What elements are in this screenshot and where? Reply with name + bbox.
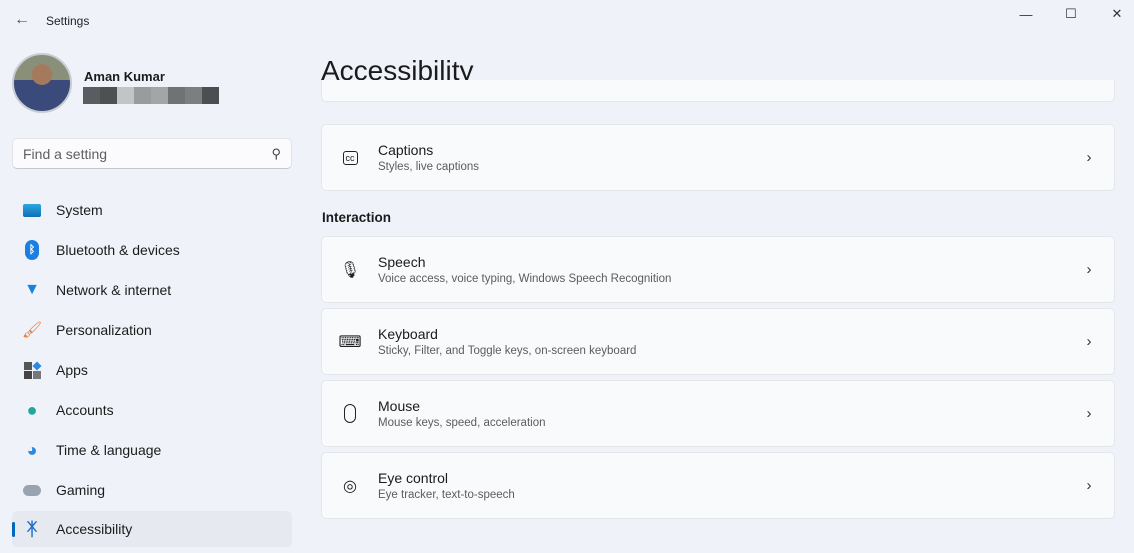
arrow-left-icon: ← [14,11,30,28]
accessibility-icon: ᛡ [26,518,38,539]
back-button[interactable]: ← [12,10,32,30]
search-icon[interactable]: ⚲ [271,146,281,162]
sidebar-item-accounts[interactable]: ● Accounts [12,392,292,428]
bluetooth-icon: ᛒ [21,239,43,261]
sidebar-item-personalization[interactable]: 🖌 Personalization [12,312,292,348]
maximize-button[interactable]: ☐ [1048,0,1094,28]
sidebar-item-apps[interactable]: Apps [12,352,292,388]
user-email-redacted [83,87,219,104]
wifi-icon: ▼ [24,281,40,298]
microphone-icon: 🎙 [339,261,361,279]
minimize-button[interactable]: — [1003,0,1049,28]
mouse-card[interactable]: Mouse Mouse keys, speed, acceleration › [321,380,1115,447]
eye-control-icon: ◎ [343,477,357,495]
apps-icon [21,359,43,381]
selection-indicator [12,522,15,537]
avatar[interactable] [12,53,72,113]
section-header: Interaction [322,210,392,225]
globe-clock-icon: ◕ [26,439,38,460]
cc-icon: cc [322,150,378,165]
captions-card[interactable]: cc Captions Styles, live captions › [321,124,1115,191]
sidebar-item-accessibility[interactable]: ᛡ Accessibility [12,511,292,547]
close-button[interactable]: ✕ [1094,0,1134,28]
sidebar-item-time-language[interactable]: ◕ Time & language [12,432,292,468]
mouse-icon [322,404,378,423]
chevron-right-icon: › [1086,149,1092,166]
search-box[interactable]: ⚲ [12,138,292,169]
chevron-right-icon: › [1086,477,1092,494]
chevron-right-icon: › [1086,261,1092,278]
keyboard-icon: ⌨ [338,333,362,351]
keyboard-card[interactable]: ⌨ Keyboard Sticky, Filter, and Toggle keys… [321,308,1115,375]
speech-card[interactable]: 🎙 Speech Voice access, voice typing, Windo… [321,236,1115,303]
gamepad-icon [21,479,43,501]
sidebar-item-gaming[interactable]: Gaming [12,472,292,508]
search-input[interactable] [23,145,272,162]
system-icon [21,199,43,221]
chevron-right-icon: › [1086,333,1092,350]
sidebar-item-system[interactable]: System [12,192,292,228]
person-icon: ● [26,399,38,420]
chevron-right-icon: › [1086,405,1092,422]
partial-card[interactable] [321,80,1115,102]
app-title: Settings [46,14,90,28]
brush-icon: 🖌 [21,322,43,339]
sidebar-item-bluetooth[interactable]: ᛒ Bluetooth & devices [12,232,292,268]
user-name: Aman Kumar [84,69,165,84]
eye-control-card[interactable]: ◎ Eye control Eye tracker, text-to-speech › [321,452,1115,519]
sidebar-item-network[interactable]: ▼ Network & internet [12,272,292,308]
